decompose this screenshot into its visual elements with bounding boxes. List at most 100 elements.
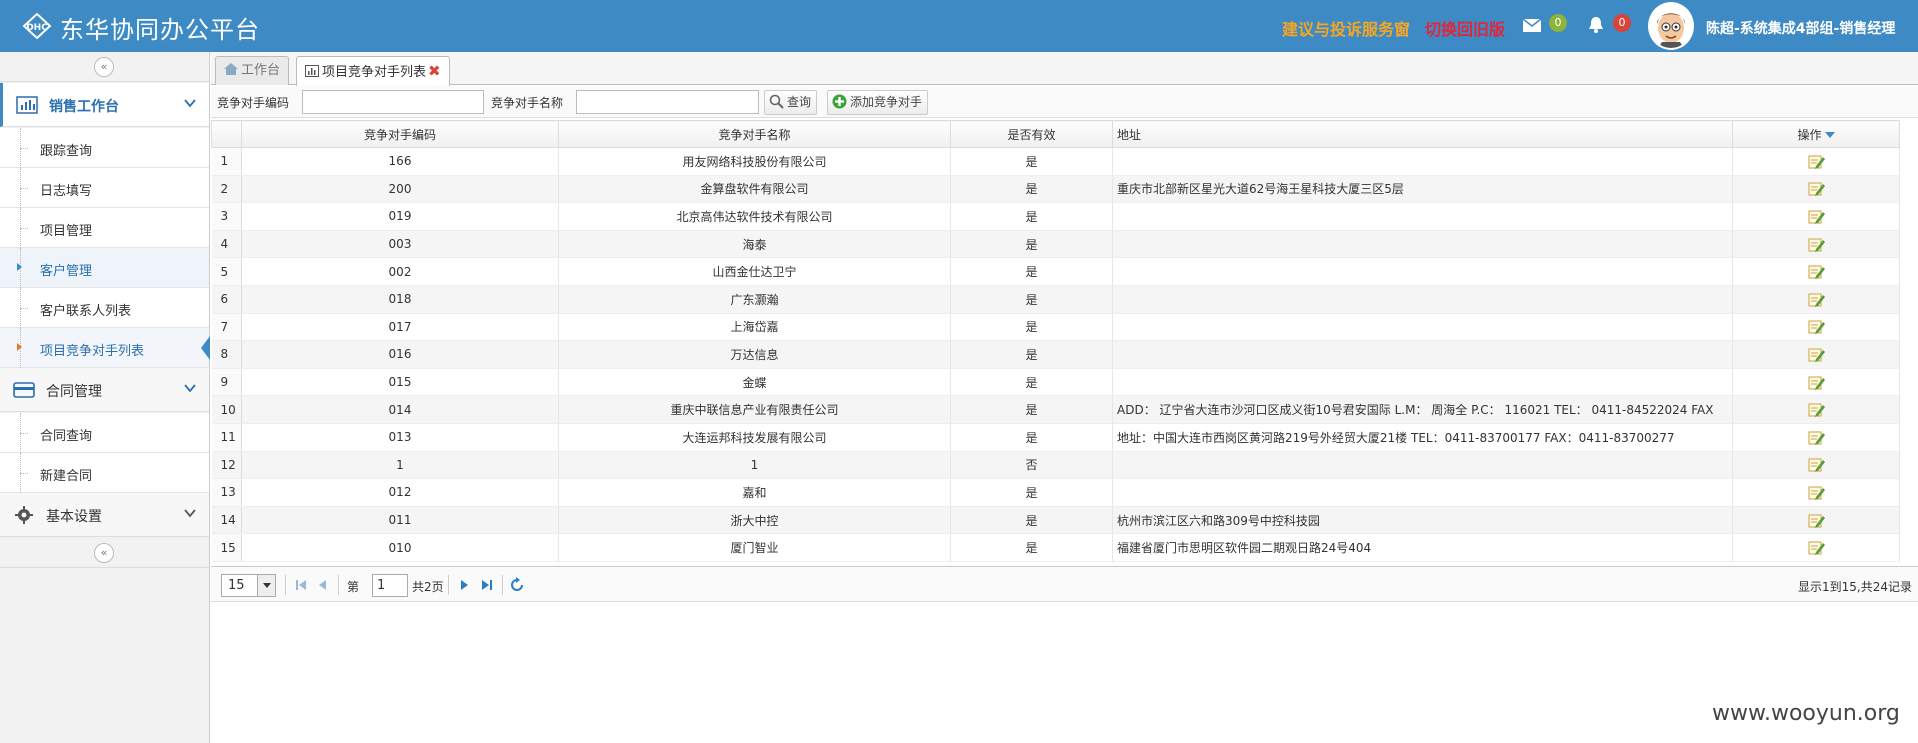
edit-icon[interactable] [1808, 347, 1825, 362]
sidebar-item-new-contract[interactable]: 新建合同 [0, 453, 209, 493]
row-index-cell: 1 [211, 147, 242, 176]
table-row[interactable]: 2 200 金算盘软件有限公司是重庆市北部新区星光大道62号海王星科技大厦三区5层 [211, 175, 1900, 204]
nav-section-label: 销售工作台 [49, 99, 119, 115]
sort-down-icon[interactable] [1824, 131, 1835, 138]
nav-section-basic-settings[interactable]: 基本设置 [0, 493, 209, 537]
table-row[interactable]: 13 012 嘉和是 [211, 478, 1900, 507]
page-number-input[interactable]: 1 [372, 574, 408, 597]
add-competitor-button[interactable]: 添加竞争对手 [827, 90, 929, 115]
competitor-name-label: 竞争对手名称 [491, 96, 564, 110]
table-row[interactable]: 15 010 厦门智业是福建省厦门市思明区软件园二期观日路24号404 [211, 533, 1900, 562]
pagination-bar: 15 第 1 共2页 显示1到15,共24记录 [211, 566, 1918, 602]
address-cell: 杭州市滨江区六和路309号中控科技园 [1112, 506, 1733, 535]
prev-page-icon[interactable] [315, 577, 331, 593]
table-row[interactable]: 10 014 重庆中联信息产业有限责任公司是 ADD： 辽宁省大连市沙河口区成义街10… [211, 395, 1900, 424]
collapse-sidebar-button-bottom[interactable]: « [94, 543, 114, 563]
sidebar-item-customer-contacts[interactable]: 客户联系人列表 [0, 288, 209, 328]
refresh-icon[interactable] [509, 577, 525, 593]
edit-icon[interactable] [1808, 430, 1825, 445]
last-page-icon[interactable] [479, 577, 495, 593]
col-header-valid[interactable]: 是否有效 [950, 120, 1113, 148]
edit-icon[interactable] [1808, 237, 1825, 252]
edit-icon[interactable] [1808, 375, 1825, 390]
dropdown-arrow-icon[interactable] [257, 575, 275, 596]
nav-section-contracts[interactable]: 合同管理 [0, 368, 209, 412]
first-page-icon[interactable] [293, 577, 309, 593]
edit-icon[interactable] [1808, 264, 1825, 280]
nav-section-sales[interactable]: 销售工作台 [0, 83, 209, 127]
tab-workbench[interactable]: 工作台 [215, 56, 290, 85]
table-row[interactable]: 5 002 山西金仕达卫宁是 [211, 257, 1900, 286]
sidebar-item-label: 项目管理 [40, 224, 93, 239]
sidebar-item-competitor-list[interactable]: 项目竞争对手列表 [0, 328, 210, 368]
valid-flag-cell: 是 [950, 478, 1113, 507]
watermark-text: www.wooyun.org [1712, 701, 1900, 726]
col-header-code[interactable]: 竞争对手编码 [241, 120, 559, 148]
page-size-select[interactable]: 15 [221, 574, 276, 597]
mail-icon[interactable] [1522, 16, 1542, 34]
search-button[interactable]: 查询 [764, 90, 818, 115]
page-prefix-label: 第 [347, 580, 360, 594]
table-row[interactable]: 6 018 广东灏瀚是 [211, 285, 1900, 314]
table-row[interactable]: 7 017 上海岱嘉是 [211, 313, 1900, 342]
tab-bar: 工作台 项目竞争对手列表 ✖ [211, 52, 1918, 86]
col-header-address[interactable]: 地址 [1112, 120, 1733, 148]
edit-icon[interactable] [1808, 485, 1825, 500]
pager-separator [338, 575, 340, 595]
table-row[interactable]: 9 015 金蝶是 [211, 368, 1900, 397]
col-header-name[interactable]: 竞争对手名称 [558, 120, 951, 148]
sidebar-collapse-top: « [0, 52, 209, 82]
next-page-icon[interactable] [456, 577, 472, 593]
row-index-cell: 2 [211, 175, 242, 204]
competitor-code-input[interactable] [302, 90, 484, 114]
table-row[interactable]: 12 1 1 否 [211, 451, 1900, 480]
table-row[interactable]: 11 013 大连运邦科技发展有限公司是地址：中国大连市西岗区黄河路219号外经贸大… [211, 423, 1900, 452]
sidebar-item-log-entry[interactable]: 日志填写 [0, 168, 209, 208]
tree-dash [20, 228, 28, 229]
close-tab-icon[interactable]: ✖ [428, 62, 441, 80]
edit-icon[interactable] [1808, 540, 1825, 556]
competitor-name-input[interactable] [576, 90, 759, 114]
table-row[interactable]: 3 019 北京高伟达软件技术有限公司是 [211, 202, 1900, 231]
edit-icon[interactable] [1808, 513, 1825, 528]
competitor-name-cell: 金算盘软件有限公司 [558, 175, 951, 204]
valid-flag-cell: 是 [950, 257, 1113, 286]
valid-flag-cell: 是 [950, 533, 1113, 562]
tab-competitor-list[interactable]: 项目竞争对手列表 ✖ [296, 56, 450, 86]
edit-icon[interactable] [1808, 209, 1825, 224]
edit-icon[interactable] [1808, 292, 1825, 307]
mail-count-badge: 0 [1549, 14, 1567, 32]
table-row[interactable]: 8 016 万达信息是 [211, 340, 1900, 369]
edit-icon[interactable] [1808, 457, 1825, 473]
edit-icon[interactable] [1808, 319, 1825, 335]
sidebar-collapse-bottom: « [0, 538, 209, 568]
table-row[interactable]: 1 166 用友网络科技股份有限公司是 [211, 147, 1900, 176]
action-cell [1732, 395, 1900, 424]
competitor-name-cell: 万达信息 [558, 340, 951, 369]
collapse-sidebar-button[interactable]: « [94, 57, 114, 77]
address-cell [1112, 147, 1733, 176]
competitor-name-cell: 1 [558, 451, 951, 480]
sidebar-item-customer-management[interactable]: 客户管理 [0, 248, 209, 288]
address-cell: 地址：中国大连市西岗区黄河路219号外经贸大厦21楼 TEL：0411-8370… [1112, 423, 1733, 452]
current-user-label[interactable]: 陈超-系统集成4部组-销售经理 [1706, 18, 1895, 38]
valid-flag-cell: 是 [950, 506, 1113, 535]
switch-old-version-link[interactable]: 切换回旧版 [1425, 16, 1505, 40]
row-index-cell: 5 [211, 257, 242, 286]
sidebar-item-project-management[interactable]: 项目管理 [0, 208, 209, 248]
competitor-code-cell: 166 [241, 147, 559, 176]
table-row[interactable]: 4 003 海泰是 [211, 230, 1900, 259]
user-avatar[interactable] [1648, 2, 1694, 50]
sidebar-item-contract-query[interactable]: 合同查询 [0, 413, 209, 453]
valid-flag-cell: 是 [950, 423, 1113, 452]
sidebar-item-track-query[interactable]: 跟踪查询 [0, 128, 209, 168]
bell-icon[interactable] [1586, 16, 1606, 34]
competitor-code-cell: 011 [241, 506, 559, 535]
edit-icon[interactable] [1808, 154, 1825, 169]
suggestion-link[interactable]: 建议与投诉服务窗 [1282, 16, 1410, 40]
valid-flag-cell: 是 [950, 395, 1113, 424]
table-row[interactable]: 14 011 浙大中控是杭州市滨江区六和路309号中控科技园 [211, 506, 1900, 535]
col-header-action[interactable]: 操作 [1732, 120, 1900, 148]
edit-icon[interactable] [1808, 181, 1825, 197]
edit-icon[interactable] [1808, 402, 1825, 418]
